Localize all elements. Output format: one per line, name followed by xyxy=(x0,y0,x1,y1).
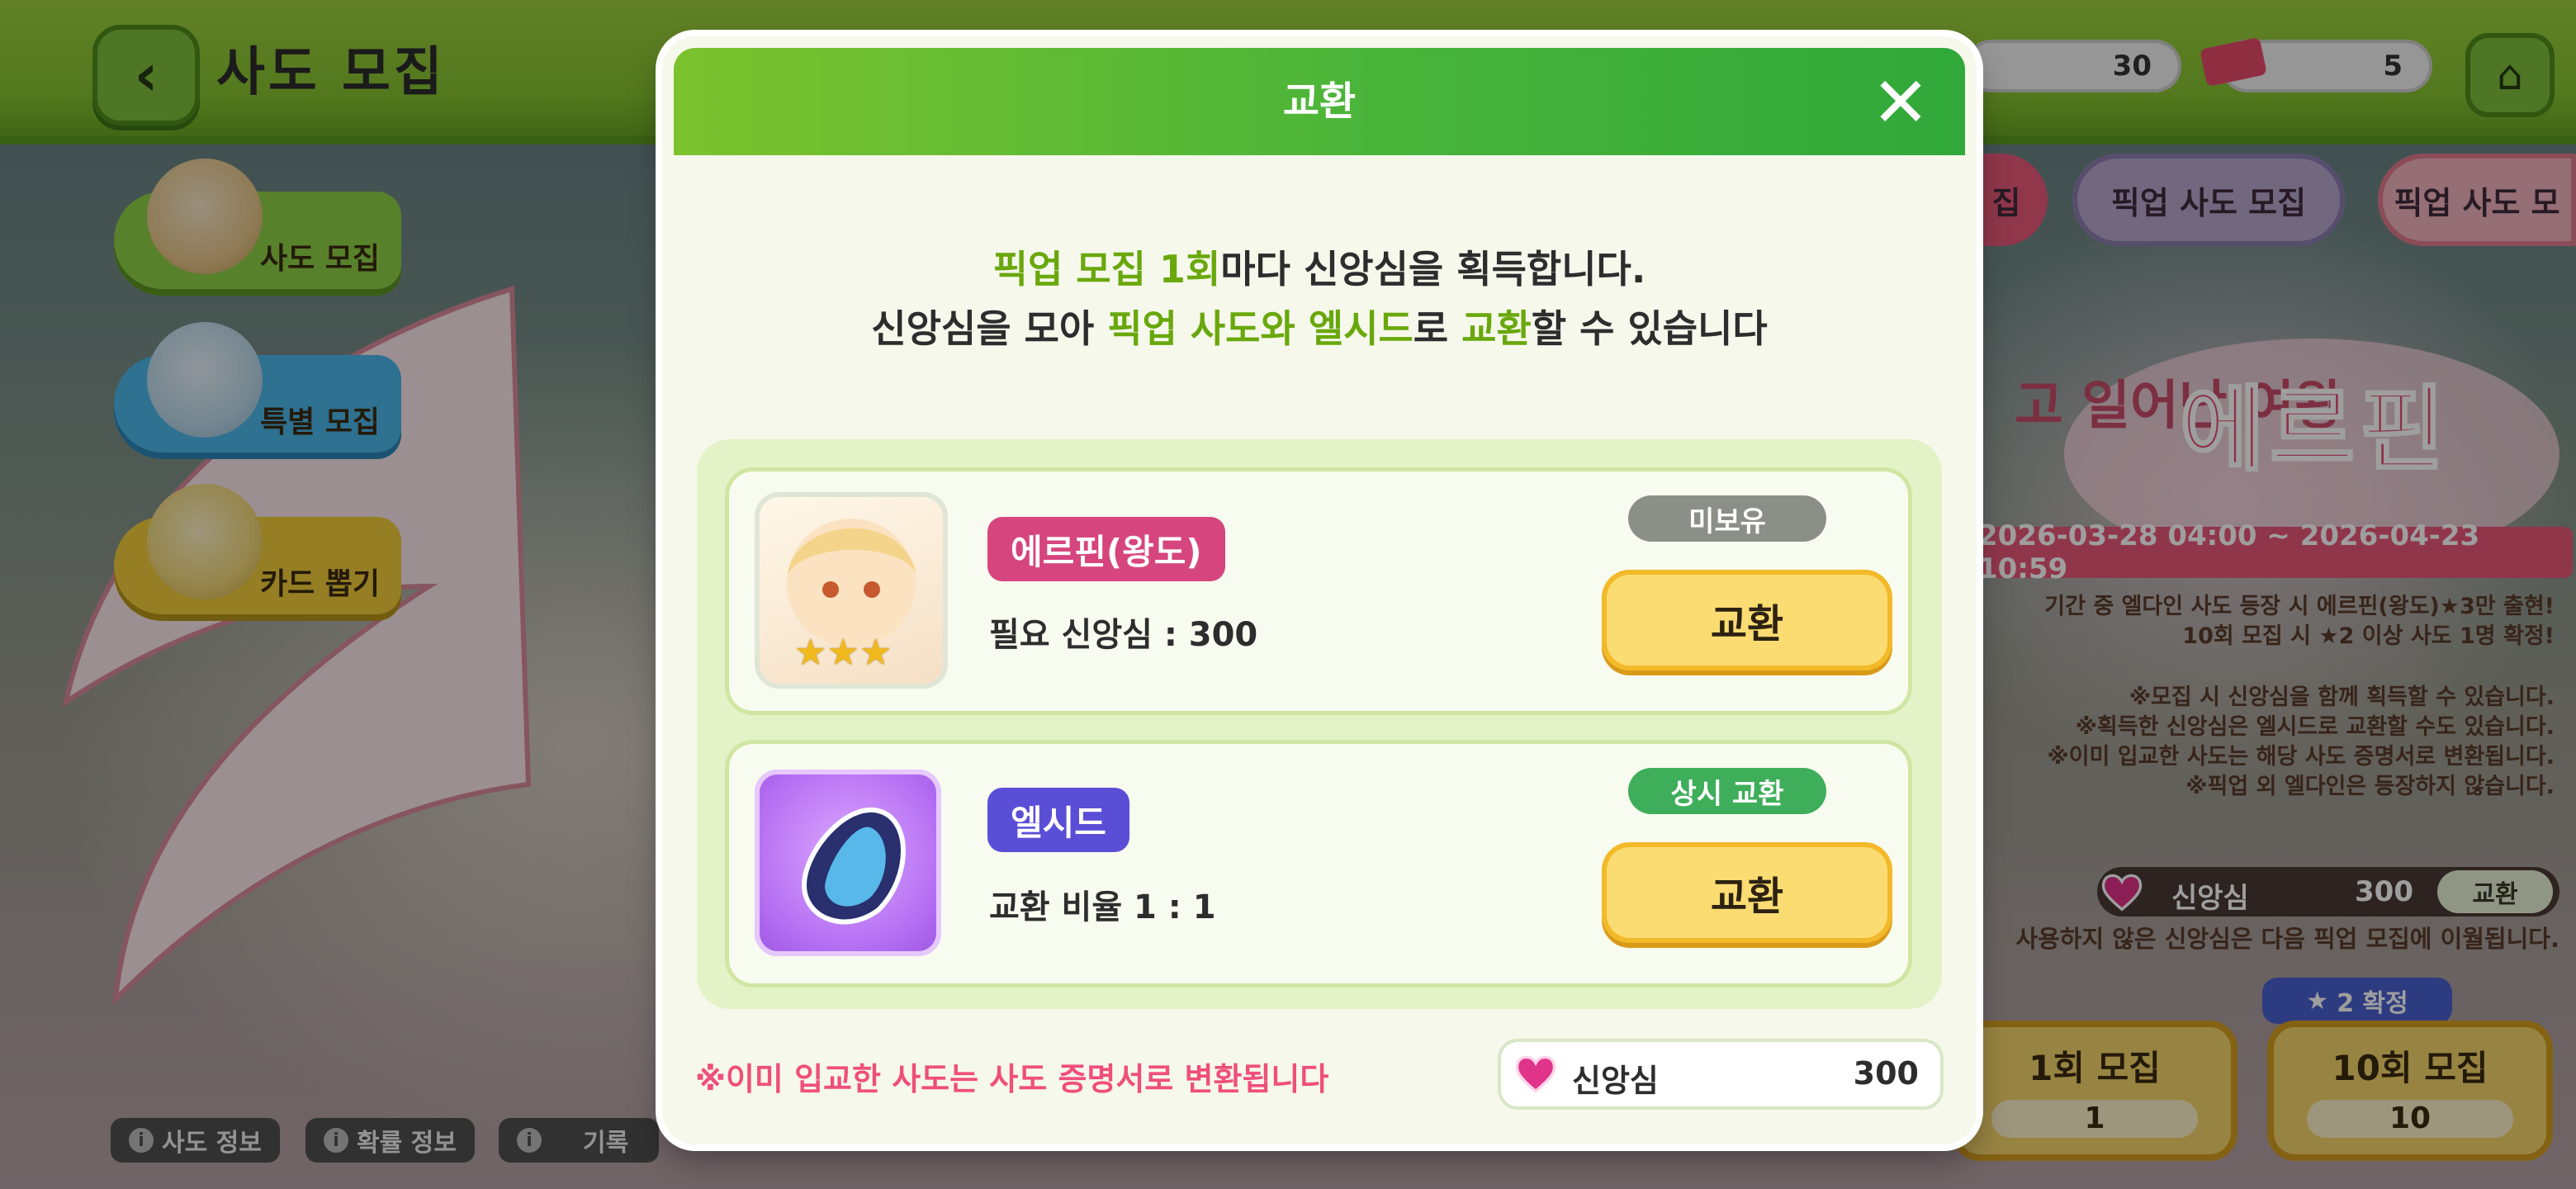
faith-balance-label: 신앙심 xyxy=(1572,1063,1659,1099)
intro-text: 할 수 있습니다 xyxy=(1531,306,1768,351)
faith-balance: 신앙심 300 xyxy=(1498,1039,1944,1110)
intro-highlight: 픽업 모집 1회 xyxy=(992,247,1221,291)
exchange-item-erpin: ★★★ 에르핀(왕도) 필요 신앙심 : 300 미보유 교환 xyxy=(725,467,1912,715)
intro-text: 신앙심을 모아 xyxy=(871,306,1108,351)
intro-highlight: 픽업 사도와 엘시드 xyxy=(1107,306,1413,351)
exchange-modal: 교환 ✕ 픽업 모집 1회마다 신앙심을 획득합니다. 신앙심을 모아 픽업 사… xyxy=(662,36,1977,1144)
faith-balance-value: 300 xyxy=(1853,1055,1919,1092)
elsid-icon xyxy=(755,770,941,956)
intro-highlight: 교환 xyxy=(1461,306,1532,351)
intro-text: 로 xyxy=(1413,306,1462,351)
exchange-list: ★★★ 에르핀(왕도) 필요 신앙심 : 300 미보유 교환 엘시드 교환 비… xyxy=(697,439,1942,1009)
status-badge: 미보유 xyxy=(1628,495,1826,542)
heart-icon xyxy=(1515,1055,1556,1093)
conversion-warning: ※이미 입교한 사도는 사도 증명서로 변환됩니다 xyxy=(695,1061,1329,1097)
exchange-item-elsid: 엘시드 교환 비율 1 : 1 상시 교환 교환 xyxy=(725,740,1912,988)
rarity-stars: ★★★ xyxy=(794,632,893,674)
intro-text: 마다 신앙심을 획득합니다. xyxy=(1220,247,1646,291)
intro-line-2: 신앙심을 모아 픽업 사도와 엘시드로 교환할 수 있습니다 xyxy=(662,299,1977,353)
item-requirement: 교환 비율 1 : 1 xyxy=(989,888,1216,926)
close-icon[interactable]: ✕ xyxy=(1868,68,1934,137)
exchange-button[interactable]: 교환 xyxy=(1602,570,1892,670)
item-name-tag: 에르핀(왕도) xyxy=(987,517,1225,581)
intro-line-1: 픽업 모집 1회마다 신앙심을 획득합니다. xyxy=(662,239,1977,294)
status-badge: 상시 교환 xyxy=(1628,768,1826,814)
modal-header: 교환 ✕ xyxy=(674,48,1965,155)
item-requirement: 필요 신앙심 : 300 xyxy=(989,616,1258,654)
modal-title: 교환 xyxy=(1282,78,1357,125)
item-name-tag: 엘시드 xyxy=(987,788,1129,852)
apostle-portrait: ★★★ xyxy=(755,492,948,689)
crystal-icon xyxy=(801,807,906,925)
exchange-button[interactable]: 교환 xyxy=(1602,842,1892,943)
